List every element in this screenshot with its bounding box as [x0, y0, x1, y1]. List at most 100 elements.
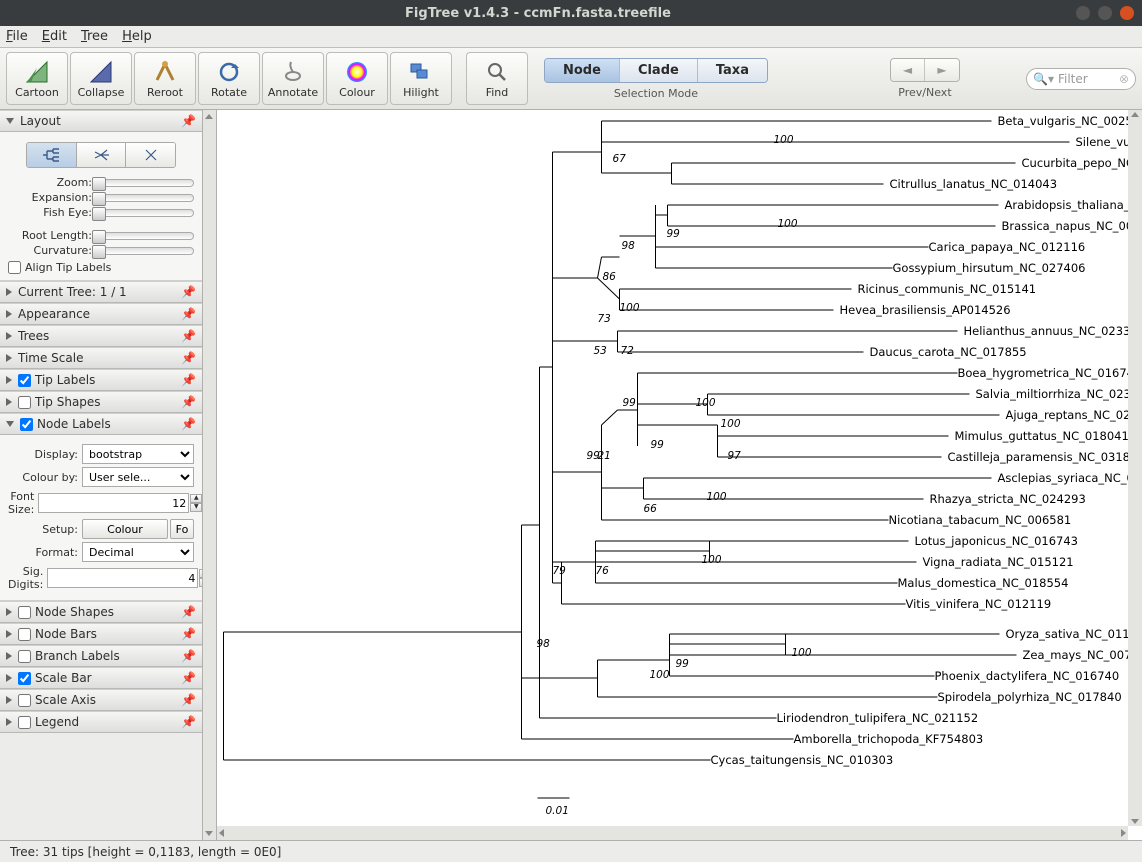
- minimize-button[interactable]: [1076, 6, 1090, 20]
- panel-tip-shapes[interactable]: Tip Shapes📌: [0, 391, 202, 413]
- align-tip-checkbox[interactable]: [8, 261, 21, 274]
- pin-icon[interactable]: 📌: [181, 605, 196, 619]
- pin-icon[interactable]: 📌: [181, 351, 196, 365]
- menubar: File Edit Tree Help: [0, 26, 1142, 48]
- sidebar-scrollbar[interactable]: [203, 110, 217, 840]
- pin-icon[interactable]: 📌: [181, 285, 196, 299]
- fisheye-slider[interactable]: [94, 209, 194, 217]
- curvature-slider[interactable]: [94, 247, 194, 255]
- branch-labels-checkbox[interactable]: [18, 650, 31, 663]
- scale-bar-checkbox[interactable]: [18, 672, 31, 685]
- menu-help[interactable]: Help: [122, 29, 152, 44]
- pin-icon[interactable]: 📌: [181, 671, 196, 685]
- selection-node[interactable]: Node: [545, 59, 620, 82]
- root-length-slider[interactable]: [94, 232, 194, 240]
- expansion-slider[interactable]: [94, 194, 194, 202]
- pin-icon[interactable]: 📌: [181, 649, 196, 663]
- colour-by-select[interactable]: User sele...: [82, 467, 194, 487]
- colour-button[interactable]: Colour: [326, 52, 388, 105]
- selection-clade[interactable]: Clade: [620, 59, 698, 82]
- panel-node-labels-header[interactable]: Node Labels📌: [0, 413, 202, 435]
- svg-text:86: 86: [603, 271, 617, 283]
- menu-file[interactable]: File: [6, 29, 28, 44]
- node-bars-checkbox[interactable]: [18, 628, 31, 641]
- zoom-slider[interactable]: [94, 179, 194, 187]
- polar-style[interactable]: [77, 143, 127, 167]
- svg-text:Boea_hygrometrica_NC_016741: Boea_hygrometrica_NC_016741: [958, 366, 1129, 380]
- maximize-button[interactable]: [1098, 6, 1112, 20]
- collapse-button[interactable]: Collapse: [70, 52, 132, 105]
- pin-icon[interactable]: 📌: [181, 693, 196, 707]
- menu-edit[interactable]: Edit: [42, 29, 67, 44]
- pin-icon[interactable]: 📌: [181, 627, 196, 641]
- selection-mode-group: Node Clade Taxa Selection Mode: [544, 52, 768, 105]
- panel-scale-axis[interactable]: Scale Axis📌: [0, 689, 202, 711]
- sig-digits-input[interactable]: [47, 568, 198, 588]
- font-size-up[interactable]: ▲: [190, 494, 202, 503]
- svg-text:Daucus_carota_NC_017855: Daucus_carota_NC_017855: [870, 345, 1027, 359]
- pin-icon[interactable]: 📌: [181, 715, 196, 729]
- panel-current-tree[interactable]: Current Tree: 1 / 1📌: [0, 281, 202, 303]
- font-size-down[interactable]: ▼: [190, 503, 202, 512]
- pin-icon[interactable]: 📌: [181, 395, 196, 409]
- selection-taxa[interactable]: Taxa: [698, 59, 767, 82]
- svg-text:100: 100: [778, 218, 798, 230]
- panel-time-scale[interactable]: Time Scale📌: [0, 347, 202, 369]
- setup-font-button[interactable]: Fo: [170, 519, 194, 539]
- clear-filter-icon[interactable]: ⊗: [1119, 72, 1129, 86]
- rotate-button[interactable]: Rotate: [198, 52, 260, 105]
- prev-button[interactable]: ◄: [891, 59, 925, 81]
- tree-canvas[interactable]: Beta_vulgaris_NC_002511Silene_vulgaris_N…: [217, 110, 1142, 840]
- panel-legend[interactable]: Legend📌: [0, 711, 202, 733]
- font-size-input[interactable]: [38, 493, 189, 513]
- pin-icon[interactable]: 📌: [181, 373, 196, 387]
- hilight-button[interactable]: Hilight: [390, 52, 452, 105]
- radial-style[interactable]: [126, 143, 175, 167]
- rectangular-style[interactable]: [27, 143, 77, 167]
- pin-icon[interactable]: 📌: [181, 114, 196, 128]
- pin-icon[interactable]: 📌: [181, 329, 196, 343]
- node-shapes-checkbox[interactable]: [18, 606, 31, 619]
- display-select[interactable]: bootstrap: [82, 444, 194, 464]
- svg-text:Amborella_trichopoda_KF754803: Amborella_trichopoda_KF754803: [794, 732, 984, 746]
- reroot-button[interactable]: Reroot: [134, 52, 196, 105]
- next-button[interactable]: ►: [925, 59, 959, 81]
- cartoon-button[interactable]: Cartoon: [6, 52, 68, 105]
- svg-text:Oryza_sativa_NC_011033: Oryza_sativa_NC_011033: [1006, 627, 1129, 641]
- pin-icon[interactable]: 📌: [181, 307, 196, 321]
- panel-node-bars[interactable]: Node Bars📌: [0, 623, 202, 645]
- svg-text:99: 99: [676, 658, 690, 670]
- panel-node-shapes[interactable]: Node Shapes📌: [0, 601, 202, 623]
- svg-text:Lotus_japonicus_NC_016743: Lotus_japonicus_NC_016743: [915, 534, 1078, 548]
- legend-checkbox[interactable]: [18, 716, 31, 729]
- panel-trees[interactable]: Trees📌: [0, 325, 202, 347]
- tip-labels-checkbox[interactable]: [18, 374, 31, 387]
- canvas-vscrollbar[interactable]: [1128, 110, 1142, 826]
- filter-input[interactable]: 🔍▾ Filter ⊗: [1026, 68, 1136, 90]
- svg-text:100: 100: [650, 669, 670, 681]
- canvas-hscrollbar[interactable]: [217, 826, 1128, 840]
- panel-tip-labels[interactable]: Tip Labels📌: [0, 369, 202, 391]
- format-select[interactable]: Decimal: [82, 542, 194, 562]
- panel-scale-bar[interactable]: Scale Bar📌: [0, 667, 202, 689]
- svg-text:Cucurbita_pepo_NC_014050: Cucurbita_pepo_NC_014050: [1022, 156, 1129, 170]
- pin-icon[interactable]: 📌: [181, 417, 196, 431]
- annotate-button[interactable]: Annotate: [262, 52, 324, 105]
- svg-text:Vigna_radiata_NC_015121: Vigna_radiata_NC_015121: [923, 555, 1074, 569]
- panel-branch-labels[interactable]: Branch Labels📌: [0, 645, 202, 667]
- panel-layout-header[interactable]: Layout 📌: [0, 110, 202, 132]
- tip-shapes-checkbox[interactable]: [18, 396, 31, 409]
- setup-colour-button[interactable]: Colour: [82, 519, 168, 539]
- close-button[interactable]: [1120, 6, 1134, 20]
- menu-tree[interactable]: Tree: [81, 29, 108, 44]
- svg-text:0.01: 0.01: [546, 805, 569, 817]
- find-button[interactable]: Find: [466, 52, 528, 105]
- svg-text:Silene_vulgaris_NC_016406: Silene_vulgaris_NC_016406: [1076, 135, 1129, 149]
- svg-text:Liriodendron_tulipifera_NC_021: Liriodendron_tulipifera_NC_021152: [777, 711, 979, 725]
- svg-text:97: 97: [728, 450, 742, 462]
- scale-axis-checkbox[interactable]: [18, 694, 31, 707]
- panel-appearance[interactable]: Appearance📌: [0, 303, 202, 325]
- node-labels-checkbox[interactable]: [20, 418, 33, 431]
- svg-text:100: 100: [792, 647, 812, 659]
- sidebar: Layout 📌 Zoom: Expansion: Fish Eye: Root…: [0, 110, 203, 840]
